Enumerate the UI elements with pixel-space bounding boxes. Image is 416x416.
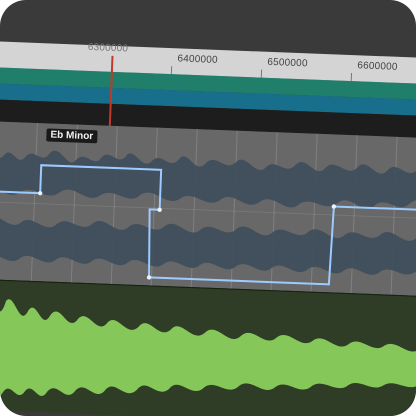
ruler-tick <box>170 66 173 75</box>
ruler-tick <box>260 69 263 78</box>
ruler-label-6400000: 6400000 <box>177 53 218 66</box>
daw-arrange-window: 6300000 6400000 6500000 6600000 Eb Minor <box>0 0 416 416</box>
key-signature-label[interactable]: Eb Minor <box>46 128 98 144</box>
green-waveform <box>0 298 416 397</box>
automation-point[interactable] <box>146 275 152 280</box>
ruler-label-6600000: 6600000 <box>357 60 398 73</box>
waveform-lower <box>0 213 416 275</box>
automation-point[interactable] <box>157 207 162 213</box>
waveform-upper <box>0 148 416 209</box>
waveform-display <box>0 148 416 286</box>
ruler-label-6500000: 6500000 <box>267 56 308 70</box>
audio-region-green[interactable] <box>0 277 416 416</box>
audio-region-gray[interactable] <box>0 119 416 298</box>
arrange-area: 6300000 6400000 6500000 6600000 Eb Minor <box>0 40 416 416</box>
green-waveform-display <box>0 298 416 397</box>
ruler-label-partial: 6300000 <box>87 41 129 55</box>
ruler-tick <box>350 73 353 82</box>
